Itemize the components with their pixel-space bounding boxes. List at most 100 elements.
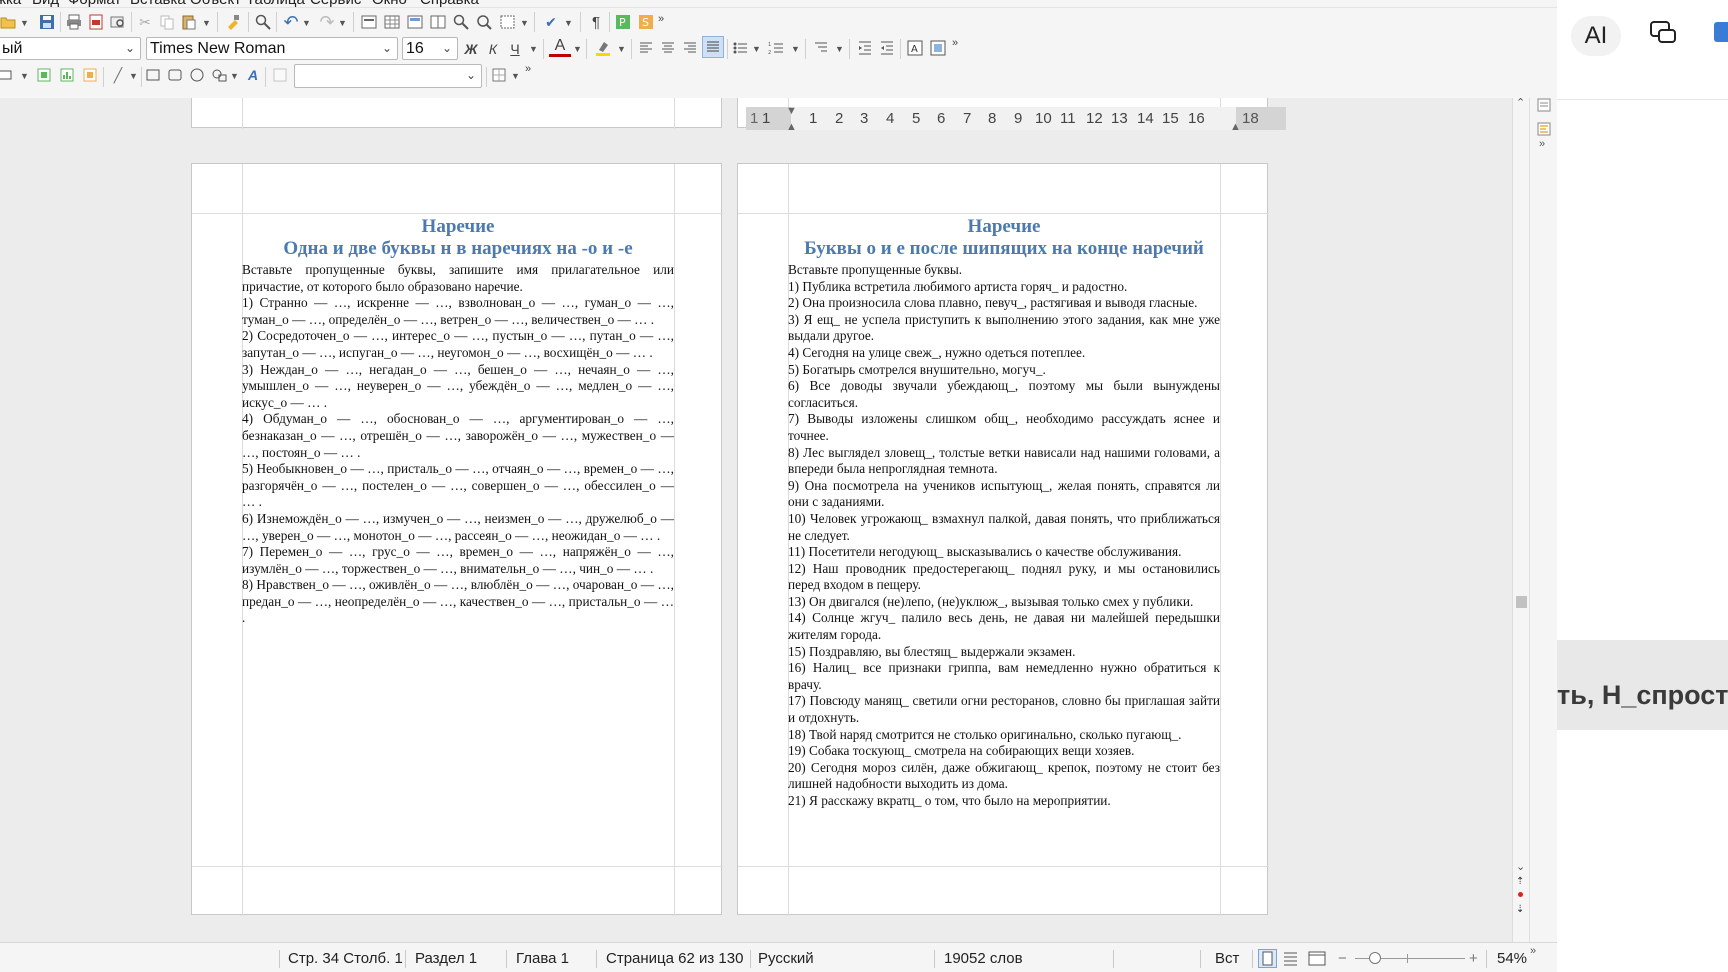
chevron-down-icon[interactable]: ⌄: [382, 41, 392, 55]
insert-frame-icon[interactable]: [404, 11, 426, 33]
underline-button[interactable]: Ч: [505, 38, 525, 60]
first-line-indent-marker[interactable]: ▼: [786, 105, 797, 117]
align-left-icon[interactable]: [636, 37, 656, 59]
rounded-rect-tool-icon[interactable]: [165, 64, 185, 86]
chevron-down-icon[interactable]: ▼: [529, 44, 538, 54]
export-pdf-icon[interactable]: [85, 11, 107, 33]
chevron-down-icon[interactable]: ▼: [202, 18, 211, 28]
fontwork-icon[interactable]: A: [243, 64, 263, 86]
plugin-s-icon[interactable]: S: [635, 11, 657, 33]
insert-mode[interactable]: Вст: [1215, 950, 1239, 967]
basic-shapes-icon[interactable]: [209, 64, 229, 86]
chevron-down-icon[interactable]: ⌄: [442, 41, 452, 55]
numbered-list-icon[interactable]: 12: [766, 37, 786, 59]
menu-insert[interactable]: Вставка: [130, 0, 186, 7]
bold-button[interactable]: Ж: [461, 38, 481, 60]
chevron-down-icon[interactable]: ▼: [20, 71, 29, 81]
language-indicator[interactable]: Русский: [758, 950, 814, 967]
multi-page-view-icon[interactable]: [1282, 950, 1299, 971]
chevron-down-icon[interactable]: ▼: [835, 44, 844, 54]
line-tool-icon[interactable]: ╱: [108, 64, 128, 86]
decrease-indent-icon[interactable]: [877, 37, 897, 59]
chevron-down-icon[interactable]: ▼: [230, 71, 239, 81]
highlight-color-icon[interactable]: [592, 37, 614, 59]
insert-table-icon[interactable]: [381, 11, 403, 33]
scroll-up-icon[interactable]: ⌃: [1516, 96, 1525, 109]
insert-media-icon[interactable]: [80, 64, 100, 86]
page-indicator[interactable]: Страница 62 из 130: [606, 950, 744, 967]
chevron-down-icon[interactable]: ▼: [752, 44, 761, 54]
zoom-in-icon[interactable]: +: [1469, 950, 1478, 967]
previous-page-icon[interactable]: ⇡: [1516, 876, 1524, 887]
toolbar-overflow-icon[interactable]: »: [523, 58, 533, 80]
toolbar-overflow-icon[interactable]: »: [656, 8, 666, 30]
spelling-icon[interactable]: ✔: [540, 11, 562, 33]
chevron-down-icon[interactable]: ▼: [302, 18, 311, 28]
statusbar-overflow-icon[interactable]: »: [1530, 945, 1536, 957]
character-dialog-icon[interactable]: A: [905, 37, 925, 59]
print-preview-icon[interactable]: [107, 11, 129, 33]
page-left[interactable]: Наречие Одна и две буквы н в наречиях на…: [191, 163, 723, 916]
document-canvas[interactable]: Наречие Одна и две буквы н в наречиях на…: [0, 98, 1520, 942]
open-folder-icon[interactable]: [0, 11, 18, 33]
cut-icon[interactable]: ✂: [134, 11, 156, 33]
toolbar-overflow-icon[interactable]: »: [950, 32, 960, 54]
chevron-down-icon[interactable]: ▼: [573, 44, 582, 54]
style-combo[interactable]: ⌄: [294, 64, 482, 88]
font-size-combo[interactable]: 16 ⌄: [402, 37, 458, 60]
chevron-down-icon[interactable]: ▼: [564, 18, 573, 28]
left-indent-marker[interactable]: ▲: [786, 121, 797, 133]
next-page-icon[interactable]: ⇣: [1516, 904, 1524, 915]
chevron-down-icon[interactable]: ▼: [129, 71, 138, 81]
print-icon[interactable]: [63, 11, 85, 33]
ole-object-icon[interactable]: [0, 64, 15, 86]
chat-icon[interactable]: [1647, 18, 1679, 53]
paragraph-style-combo[interactable]: ый ⌄: [0, 37, 141, 60]
ai-button[interactable]: AI: [1571, 16, 1621, 56]
zoom-page-icon[interactable]: [473, 11, 495, 33]
undo-icon[interactable]: ↶: [280, 11, 302, 33]
chevron-down-icon[interactable]: ▼: [511, 71, 520, 81]
zoom-slider-handle[interactable]: [1369, 952, 1381, 964]
sidebar-expand-icon[interactable]: »: [1539, 138, 1545, 150]
menu-tools[interactable]: Сервис: [310, 0, 361, 7]
paste-icon[interactable]: [178, 11, 200, 33]
clone-formatting-icon[interactable]: [222, 11, 244, 33]
vertical-scrollbar[interactable]: ⌃ ⌄ ⇡ ⇣: [1512, 96, 1529, 942]
chevron-down-icon[interactable]: ▼: [20, 18, 29, 28]
horizontal-ruler[interactable]: 1 1 1 2 3 4 5 6 7 8 9 10 11 12 13 14 15 …: [746, 105, 1286, 133]
plugin-p-icon[interactable]: P: [612, 11, 634, 33]
formatting-marks-icon[interactable]: ¶: [585, 11, 607, 33]
cursor-position[interactable]: Стр. 34 Столб. 1: [288, 950, 403, 967]
chevron-down-icon[interactable]: ▼: [617, 44, 626, 54]
book-view-icon[interactable]: [1308, 950, 1326, 971]
insert-chart-icon[interactable]: [57, 64, 77, 86]
zoom-icon[interactable]: [450, 11, 472, 33]
chevron-down-icon[interactable]: ▼: [338, 18, 347, 28]
align-right-icon[interactable]: [680, 37, 700, 59]
chevron-down-icon[interactable]: ▼: [791, 44, 800, 54]
menu-edit[interactable]: жка: [0, 0, 21, 7]
single-page-view-icon[interactable]: [1258, 949, 1277, 968]
word-count[interactable]: 19052 слов: [944, 950, 1023, 967]
zoom-level[interactable]: 54%: [1497, 950, 1527, 967]
align-center-icon[interactable]: [658, 37, 678, 59]
menu-window[interactable]: Окно: [372, 0, 407, 7]
scroll-down-icon[interactable]: ⌄: [1516, 860, 1525, 873]
save-icon[interactable]: [36, 11, 58, 33]
insert-columns-icon[interactable]: [427, 11, 449, 33]
outline-list-icon[interactable]: [811, 37, 831, 59]
scroll-thumb[interactable]: [1516, 596, 1527, 608]
rectangle-tool-icon[interactable]: [143, 64, 163, 86]
italic-button[interactable]: К: [483, 38, 503, 60]
redo-icon[interactable]: ↷: [316, 11, 338, 33]
font-color-button[interactable]: А: [549, 37, 571, 57]
insert-textbox-icon[interactable]: [497, 11, 519, 33]
font-name-combo[interactable]: Times New Roman ⌄: [146, 37, 398, 60]
menu-help[interactable]: Справка: [420, 0, 479, 7]
page-right[interactable]: Наречие Буквы о и е после шипящих на кон…: [737, 163, 1269, 916]
chevron-down-icon[interactable]: ⌄: [466, 68, 476, 82]
menu-view[interactable]: Вид: [32, 0, 59, 7]
increase-indent-icon[interactable]: [855, 37, 875, 59]
navigation-icon[interactable]: [1518, 892, 1523, 897]
